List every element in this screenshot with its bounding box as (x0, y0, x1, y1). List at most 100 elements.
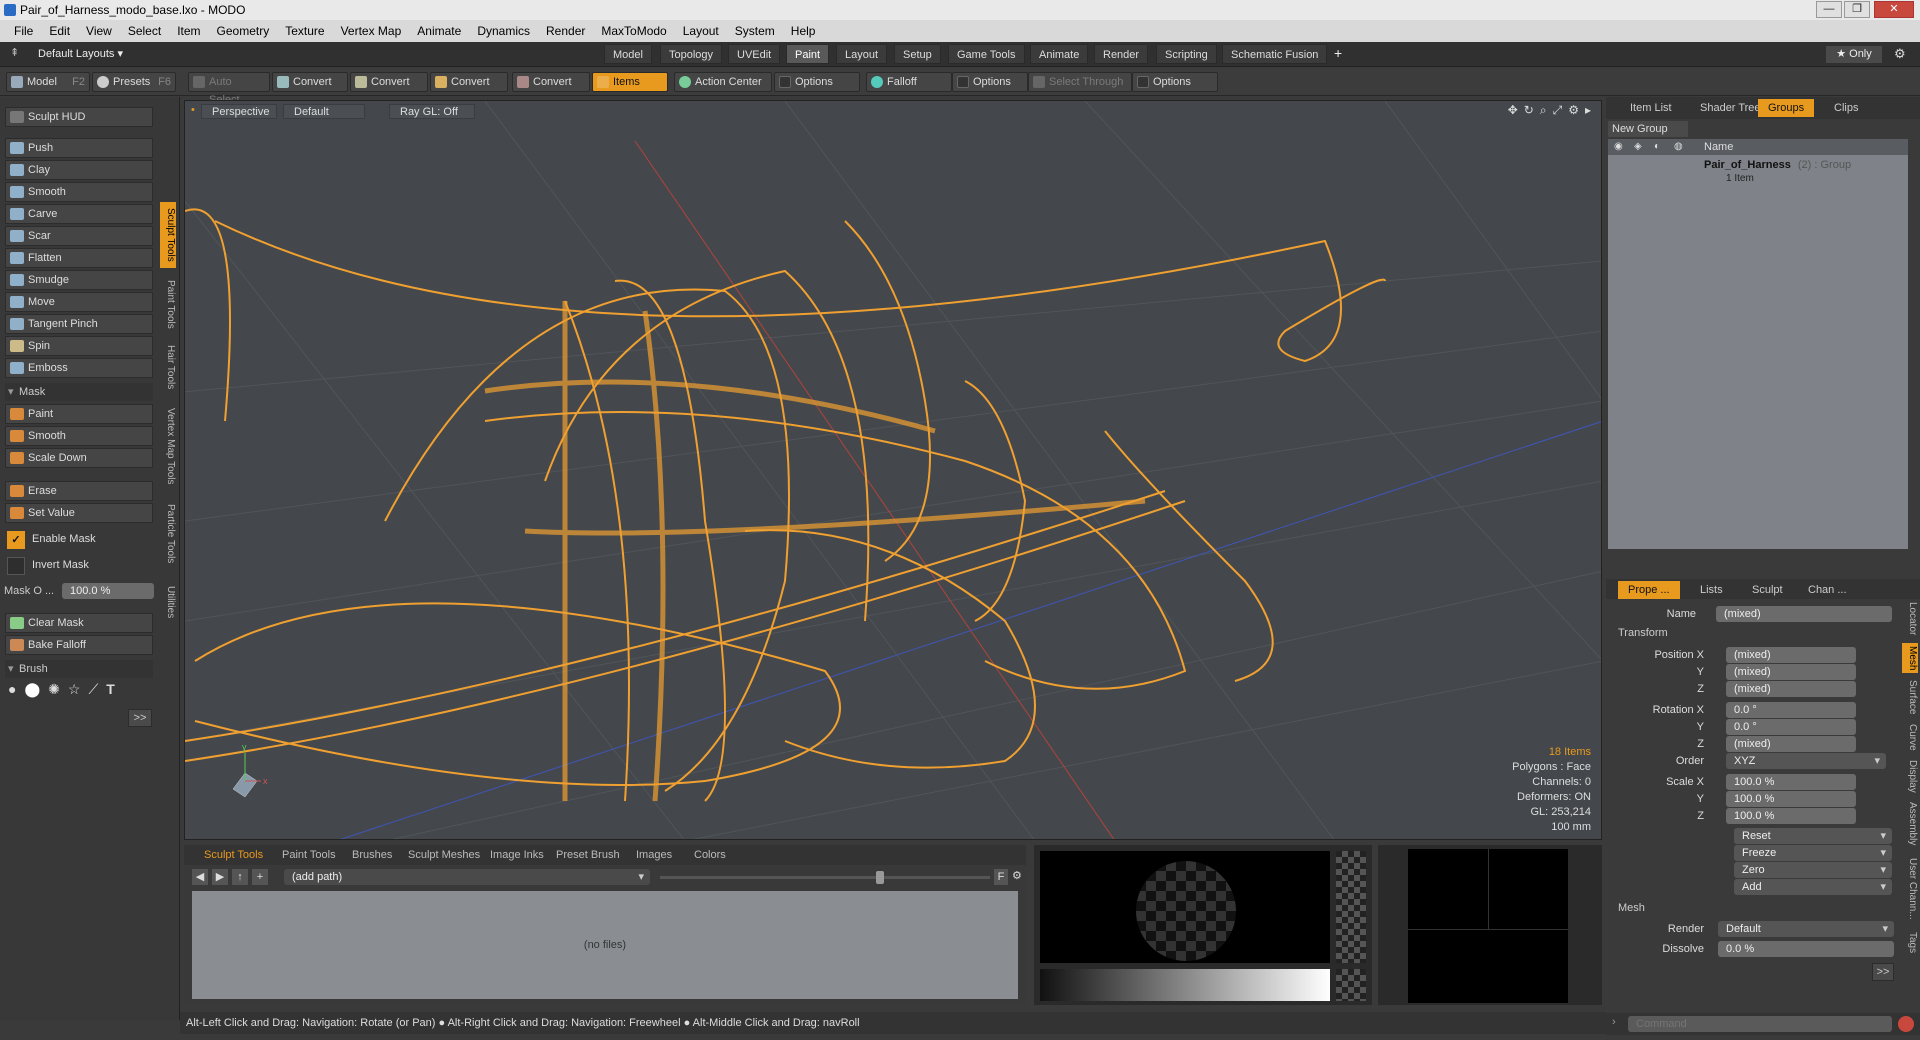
order-dropdown[interactable]: XYZ (1726, 753, 1886, 769)
tab-brushes[interactable]: Brushes (346, 846, 398, 864)
layout-dropdown[interactable]: Default Layouts ▾ (38, 47, 123, 60)
enable-mask-checkbox[interactable]: ✓ (7, 531, 25, 549)
forward-arrow-icon[interactable]: ▶ (212, 869, 228, 885)
tab-render[interactable]: Render (1094, 44, 1149, 64)
tab-properties[interactable]: Prope ... (1618, 581, 1680, 599)
tool-emboss[interactable]: Emboss (5, 358, 153, 378)
up-folder-icon[interactable]: ↑ (232, 869, 248, 885)
items-mode-button[interactable]: Items (592, 72, 668, 92)
settings-gear-icon[interactable]: ⚙ (1894, 46, 1906, 62)
name-column-header[interactable]: Name (1704, 139, 1733, 155)
action-center-button[interactable]: Action Center (674, 72, 772, 92)
falloff-button[interactable]: Falloff (866, 72, 952, 92)
rotation-z-field[interactable]: (mixed) (1726, 736, 1856, 752)
hard-brush-icon[interactable]: ⬤ (24, 681, 40, 698)
menu-geometry[interactable]: Geometry (209, 20, 278, 42)
menu-help[interactable]: Help (783, 20, 824, 42)
viewport-menu-icon[interactable]: • (191, 104, 195, 116)
tab-model[interactable]: Model (604, 44, 652, 64)
menu-dynamics[interactable]: Dynamics (469, 20, 538, 42)
tab-uvedit[interactable]: UVEdit (728, 44, 781, 64)
mesh-section-header[interactable]: Mesh (1618, 902, 1645, 914)
tab-sculpt-tools-browser[interactable]: Sculpt Tools (198, 846, 269, 864)
maximize-button[interactable]: ❐ (1844, 1, 1870, 18)
side-tab-curve[interactable]: Curve (1902, 721, 1918, 753)
procedural-brush-icon[interactable]: ⟋ (88, 681, 98, 698)
tab-clips[interactable]: Clips (1824, 99, 1868, 117)
tab-paint-tools-browser[interactable]: Paint Tools (276, 846, 342, 864)
tab-preset-brush[interactable]: Preset Brush (550, 846, 626, 864)
tool-spin[interactable]: Spin (5, 336, 153, 356)
presets-button[interactable]: Presets F6 (92, 72, 176, 92)
mask-erase-button[interactable]: Erase (5, 481, 153, 501)
menu-texture[interactable]: Texture (277, 20, 332, 42)
tool-clay[interactable]: Clay (5, 160, 153, 180)
tool-smudge[interactable]: Smudge (5, 270, 153, 290)
tool-flatten[interactable]: Flatten (5, 248, 153, 268)
menu-system[interactable]: System (727, 20, 783, 42)
tab-image-inks[interactable]: Image Inks (484, 846, 550, 864)
name-field[interactable]: (mixed) (1716, 606, 1892, 622)
mask-opacity-field[interactable]: 100.0 % (62, 583, 154, 599)
bake-falloff-button[interactable]: Bake Falloff (5, 635, 153, 655)
tab-item-list[interactable]: Item List (1620, 99, 1682, 117)
tool-tangent-pinch[interactable]: Tangent Pinch (5, 314, 153, 334)
transform-section-header[interactable]: Transform (1618, 627, 1668, 639)
menu-layout[interactable]: Layout (675, 20, 727, 42)
new-group-button[interactable]: New Group (1608, 121, 1688, 137)
side-tab-locator[interactable]: Locator (1902, 599, 1918, 639)
zero-dropdown[interactable]: Zero (1734, 862, 1892, 878)
fit-icon[interactable]: ⤢ (1553, 103, 1563, 118)
group-name[interactable]: Pair_of_Harness (2) : Group (1704, 159, 1851, 171)
side-tab-mesh[interactable]: Mesh (1902, 643, 1918, 673)
back-arrow-icon[interactable]: ◀ (192, 869, 208, 885)
tab-colors[interactable]: Colors (688, 846, 732, 864)
reset-dropdown[interactable]: Reset (1734, 828, 1892, 844)
side-tab-surface[interactable]: Surface (1902, 677, 1918, 717)
tab-channels[interactable]: Chan ... (1798, 581, 1857, 599)
menu-edit[interactable]: Edit (41, 20, 78, 42)
convert-edges-button[interactable]: Convert (350, 72, 428, 92)
menu-maxtomodo[interactable]: MaxToModo (593, 20, 674, 42)
mask-paint-button[interactable]: Paint (5, 404, 153, 424)
shading-button[interactable]: Default (283, 104, 365, 119)
model-mode-button[interactable]: Model F2 (6, 72, 90, 92)
tab-sculpt[interactable]: Sculpt (1742, 581, 1793, 599)
close-button[interactable]: ✕ (1874, 1, 1914, 18)
convert-polygons-button[interactable]: Convert (430, 72, 508, 92)
mask-scale-down-button[interactable]: Scale Down (5, 448, 153, 468)
menu-file[interactable]: File (6, 20, 41, 42)
menu-item[interactable]: Item (169, 20, 208, 42)
path-dropdown[interactable]: (add path) (284, 869, 650, 885)
layout-collapse-icon[interactable]: ⇞ (10, 46, 19, 59)
minimize-button[interactable]: — (1816, 1, 1842, 18)
sculpt-hud-button[interactable]: Sculpt HUD (5, 107, 153, 127)
tool-smooth[interactable]: Smooth (5, 182, 153, 202)
zoom-icon[interactable]: ⌕ (1540, 103, 1547, 118)
tab-sculpt-meshes[interactable]: Sculpt Meshes (402, 846, 486, 864)
menu-render[interactable]: Render (538, 20, 593, 42)
render-dropdown[interactable]: Default (1718, 921, 1894, 937)
tab-schematic-fusion[interactable]: Schematic Fusion (1222, 44, 1328, 64)
splat-brush-icon[interactable]: ✺ (48, 681, 60, 698)
file-browser-area[interactable]: (no files) (192, 891, 1018, 999)
side-tab-assembly[interactable]: Assembly (1902, 799, 1918, 849)
side-tab-display[interactable]: Display (1902, 757, 1918, 795)
3d-viewport[interactable]: y x • Perspective Default Ray GL: Off ✥ … (184, 100, 1602, 840)
browser-settings-icon[interactable]: ⚙ (1012, 869, 1022, 882)
add-tab-button[interactable]: + (1334, 45, 1342, 61)
view-type-button[interactable]: Perspective (201, 104, 277, 119)
vtab-hair-tools[interactable]: Hair Tools (160, 340, 176, 394)
dissolve-field[interactable]: 0.0 % (1718, 941, 1894, 957)
scale-y-field[interactable]: 100.0 % (1726, 791, 1856, 807)
mask-set-value-button[interactable]: Set Value (5, 503, 153, 523)
select-through-options-button[interactable]: Options (1132, 72, 1218, 92)
tab-game-tools[interactable]: Game Tools (948, 44, 1025, 64)
viewport-settings-icon[interactable]: ⚙ (1568, 103, 1579, 118)
tool-move[interactable]: Move (5, 292, 153, 312)
mask-smooth-button[interactable]: Smooth (5, 426, 153, 446)
side-tab-tags[interactable]: Tags (1902, 929, 1918, 957)
clear-mask-button[interactable]: Clear Mask (5, 613, 153, 633)
vtab-sculpt-tools[interactable]: Sculpt Tools (160, 202, 176, 268)
tab-topology[interactable]: Topology (660, 44, 723, 64)
